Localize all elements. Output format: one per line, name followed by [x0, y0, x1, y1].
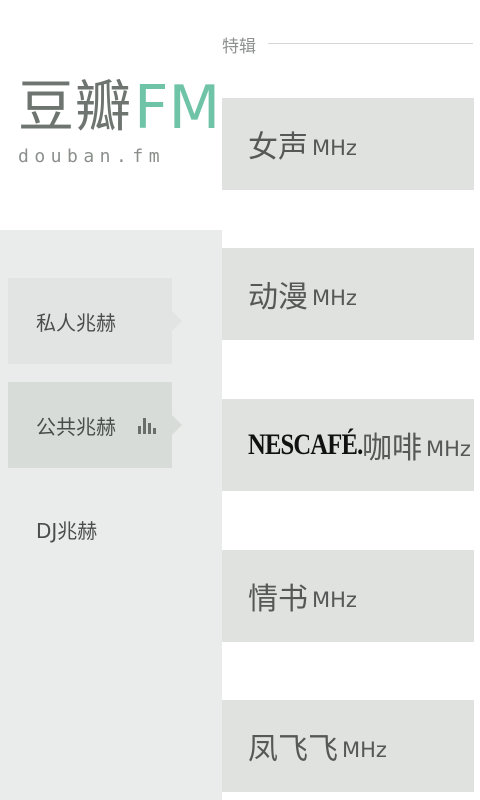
channel-name: 动漫	[248, 280, 308, 315]
channel-card-nescafe-coffee[interactable]: NESCAFÉ. 咖啡 MHz	[222, 399, 474, 491]
channel-unit: MHz	[312, 588, 357, 612]
logo-fm-text: FM	[134, 73, 221, 143]
nav-item-label: DJ兆赫	[36, 518, 98, 543]
section-divider	[268, 43, 473, 44]
nescafe-brand-logo: NESCAFÉ.	[248, 428, 363, 461]
nav-item-public-mhz[interactable]: 公共兆赫	[8, 382, 182, 468]
channel-category-nav: 私人兆赫 公共兆赫 DJ兆赫	[0, 230, 222, 800]
channel-card-anime[interactable]: 动漫 MHz	[222, 248, 474, 340]
channel-card-female-voice[interactable]: 女声 MHz	[222, 98, 474, 190]
logo-chinese-text: 豆瓣	[18, 75, 132, 140]
playing-bars-icon	[138, 416, 156, 434]
channel-unit: MHz	[426, 437, 471, 461]
channel-unit: MHz	[312, 136, 357, 160]
channel-name: 女声	[248, 130, 308, 165]
channel-name: 情书	[248, 582, 308, 617]
nav-item-label: 公共兆赫	[36, 414, 116, 439]
channel-card-fong-fei-fei[interactable]: 凤飞飞 MHz	[222, 700, 474, 792]
section-title: 特辑	[222, 37, 256, 57]
nav-item-label: 私人兆赫	[36, 310, 116, 335]
channel-card-love-letter[interactable]: 情书 MHz	[222, 550, 474, 642]
logo-area: 豆瓣 FM douban.fm	[0, 0, 222, 230]
logo-subtitle: douban.fm	[18, 146, 166, 167]
nav-item-private-mhz[interactable]: 私人兆赫	[8, 278, 182, 364]
nav-item-dj-mhz[interactable]: DJ兆赫	[8, 486, 172, 572]
channel-name: 咖啡	[362, 431, 422, 466]
douban-fm-logo: 豆瓣 FM douban.fm	[18, 72, 221, 168]
channel-unit: MHz	[342, 738, 387, 762]
channel-unit: MHz	[312, 286, 357, 310]
channel-name: 凤飞飞	[248, 732, 338, 767]
